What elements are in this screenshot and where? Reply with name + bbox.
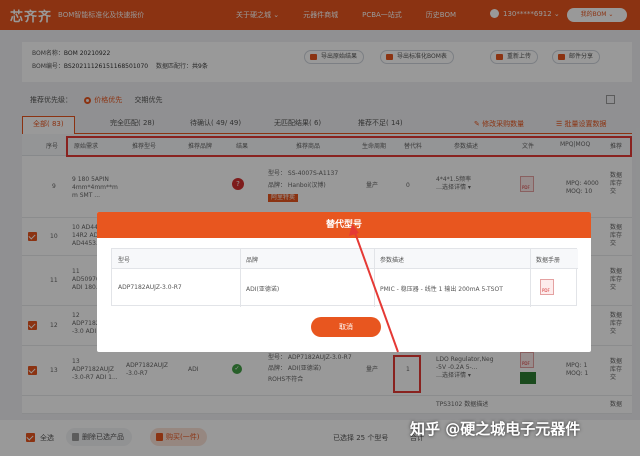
watermark-text: 知乎 @硬之城电子元器件 — [410, 420, 581, 438]
annotation-arrow-icon — [349, 224, 399, 353]
